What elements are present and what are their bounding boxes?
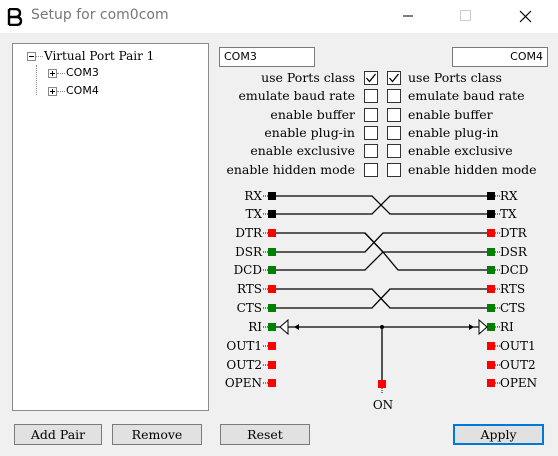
signal-label-left: OUT1 xyxy=(226,339,262,353)
signal-label-left: DTR xyxy=(235,226,262,240)
pin-right-dsr xyxy=(487,248,495,256)
signal-label-right: OUT2 xyxy=(500,358,536,372)
signal-label-left: RTS xyxy=(236,282,262,296)
ri-arrowhead-right-icon xyxy=(469,324,474,330)
add-pair-button[interactable]: Add Pair xyxy=(14,424,102,445)
pin-left-dtr xyxy=(268,229,276,237)
remove-button[interactable]: Remove xyxy=(112,424,202,445)
wire-tx-rx xyxy=(276,195,487,215)
pin-left-rts xyxy=(268,285,276,293)
ri-arrowhead-left-icon xyxy=(294,324,299,330)
pin-left-out1 xyxy=(268,342,276,350)
pin-right-open xyxy=(487,379,495,387)
pin-right-cts xyxy=(487,304,495,312)
on-label: ON xyxy=(372,398,394,412)
ri-right-arrow-icon xyxy=(478,318,488,336)
apply-button[interactable]: Apply xyxy=(453,424,544,445)
ri-left-arrow-icon xyxy=(279,318,289,336)
wire-dcd-dtr xyxy=(276,251,384,271)
signal-label-left: OPEN xyxy=(224,376,262,390)
pin-right-ri xyxy=(487,323,495,331)
wire-dsr-dtr xyxy=(276,232,487,253)
reset-button[interactable]: Reset xyxy=(220,424,310,445)
signal-label-left: RX xyxy=(244,189,262,203)
pin-right-dcd xyxy=(487,266,495,274)
signal-label-right: CTS xyxy=(500,301,526,315)
pin-left-open xyxy=(268,379,276,387)
pin-right-rts xyxy=(487,285,495,293)
signal-label-right: OPEN xyxy=(500,376,538,390)
pin-right-out2 xyxy=(487,361,495,369)
pin-left-tx xyxy=(268,210,276,218)
pin-right-rx xyxy=(487,192,495,200)
signal-label-left: RI xyxy=(248,320,262,334)
signal-label-right: DSR xyxy=(500,245,527,259)
signal-label-right: TX xyxy=(500,207,517,221)
signal-wiring-diagram xyxy=(263,192,500,393)
wire-cts-rts xyxy=(276,288,487,309)
signal-label-right: OUT1 xyxy=(500,339,536,353)
pin-left-dcd xyxy=(268,266,276,274)
pin-right-dtr xyxy=(487,229,495,237)
signal-label-right: DTR xyxy=(500,226,527,240)
pin-left-out2 xyxy=(268,361,276,369)
signal-label-right: DCD xyxy=(500,263,529,277)
pin-left-dsr xyxy=(268,248,276,256)
junction-dot xyxy=(380,325,384,329)
signal-label-right: RTS xyxy=(500,282,526,296)
signal-label-right: RI xyxy=(500,320,514,334)
signal-label-left: TX xyxy=(245,207,262,221)
pin-left-cts xyxy=(268,304,276,312)
signal-label-left: DCD xyxy=(233,263,262,277)
signal-label-right: RX xyxy=(500,189,518,203)
on-pin xyxy=(378,380,386,388)
pin-left-ri xyxy=(268,323,276,331)
signal-label-left: OUT2 xyxy=(226,358,262,372)
pin-right-out1 xyxy=(487,342,495,350)
wire-dtr-dsr xyxy=(276,232,487,253)
pin-right-tx xyxy=(487,210,495,218)
signal-label-left: DSR xyxy=(235,245,262,259)
pin-left-rx xyxy=(268,192,276,200)
signal-label-left: CTS xyxy=(236,301,262,315)
